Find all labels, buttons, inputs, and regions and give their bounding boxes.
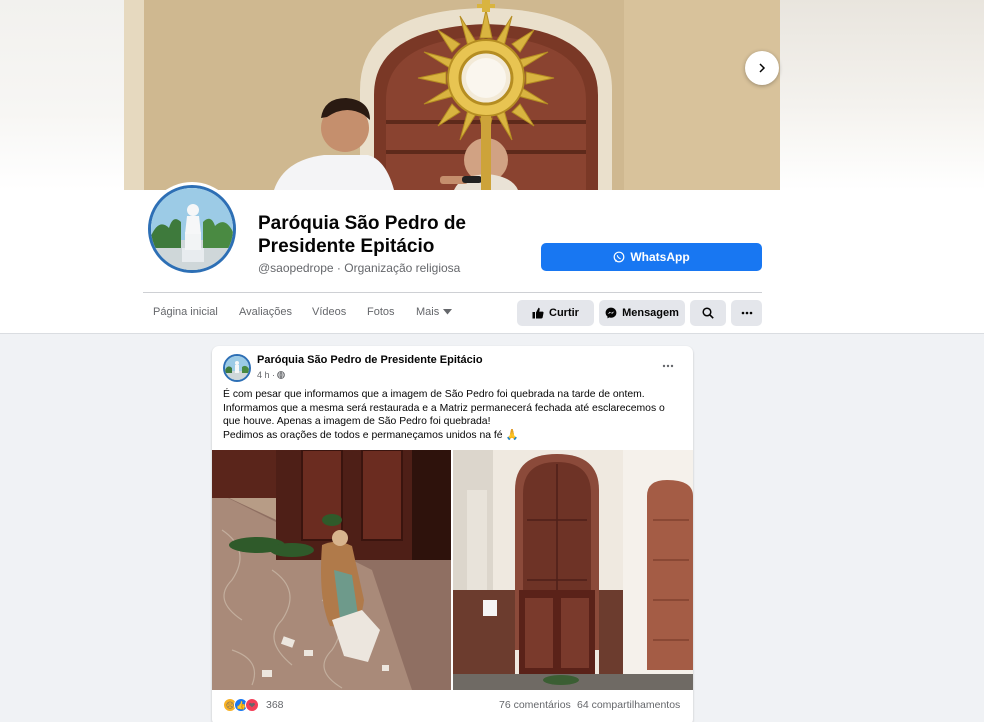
page-header: Paróquia São Pedro de Presidente Epitáci… (0, 0, 984, 334)
whatsapp-button-label: WhatsApp (630, 250, 690, 264)
post-text-line: Informamos que a mesma será restaurada e… (223, 402, 665, 414)
post-time-text: 4 h · (257, 370, 276, 380)
post-text: É com pesar que informamos que a imagem … (223, 388, 685, 442)
cover-photo[interactable] (124, 0, 780, 190)
comments-count[interactable]: 76 comentários (499, 699, 571, 711)
page-subtitle: @saopedrope · Organização religiosa (258, 261, 460, 275)
cover-photo-illustration (124, 0, 780, 190)
more-dots-icon (741, 311, 752, 315)
page-title: Paróquia São Pedro de Presidente Epitáci… (258, 213, 466, 257)
post-author-name[interactable]: Paróquia São Pedro de Presidente Epitáci… (257, 354, 483, 366)
cover-backdrop-right (780, 0, 984, 190)
cover-backdrop-left (0, 0, 124, 190)
post-text-line: É com pesar que informamos que a imagem … (223, 389, 645, 400)
page-handle: @saopedrope (258, 261, 334, 275)
tab-home[interactable]: Página inicial (153, 306, 218, 318)
whatsapp-icon (613, 251, 625, 263)
page-sub-separator: · (336, 261, 341, 275)
cover-next-button[interactable] (745, 51, 779, 85)
page-avatar[interactable] (145, 182, 239, 276)
reaction-icons: ☹ 👍 ❤ (223, 698, 259, 712)
message-button-label: Mensagem (622, 307, 679, 319)
message-button[interactable]: Mensagem (599, 300, 685, 326)
page-avatar-image (148, 185, 236, 273)
care-reaction-icon: ❤ (245, 698, 259, 712)
reaction-count: 368 (266, 699, 284, 711)
tab-reviews[interactable]: Avaliações (239, 306, 292, 318)
post-photo-church-door[interactable] (453, 450, 693, 690)
reaction-summary[interactable]: ☹ 👍 ❤ 368 (223, 698, 284, 712)
page-more-button[interactable] (731, 300, 762, 326)
tab-videos[interactable]: Vídeos (312, 306, 346, 318)
tab-reviews-label: Avaliações (239, 306, 292, 318)
shares-count[interactable]: 64 compartilhamentos (577, 699, 680, 711)
post-text-line: Pedimos as orações de todos e permaneçam… (223, 429, 519, 441)
search-button[interactable] (690, 300, 726, 326)
post-timestamp[interactable]: 4 h · (257, 370, 285, 380)
tab-photos-label: Fotos (367, 306, 395, 318)
like-page-button[interactable]: Curtir (517, 300, 594, 326)
post-photo-broken-statue[interactable] (212, 450, 451, 690)
tab-home-label: Página inicial (153, 306, 218, 318)
page-category: Organização religiosa (344, 261, 461, 275)
tab-videos-label: Vídeos (312, 306, 347, 318)
caret-down-icon (443, 309, 453, 315)
whatsapp-button[interactable]: WhatsApp (541, 243, 762, 271)
post-text-line: que houve. Apenas a imagem de São Pedro … (223, 416, 491, 427)
tab-more-label: Mais (416, 306, 440, 318)
search-icon (702, 307, 714, 319)
post-author-avatar[interactable] (223, 354, 251, 382)
chevron-right-icon (759, 63, 766, 73)
like-page-label: Curtir (549, 307, 579, 319)
thumbs-up-icon (532, 307, 544, 319)
globe-icon (277, 371, 285, 379)
nav-divider (143, 292, 762, 293)
tab-more[interactable]: Mais (416, 306, 453, 318)
messenger-icon (605, 307, 617, 319)
more-dots-icon (662, 364, 674, 368)
tab-photos[interactable]: Fotos (367, 306, 395, 318)
post-card: Paróquia São Pedro de Presidente Epitáci… (212, 346, 693, 722)
post-options-button[interactable] (658, 358, 678, 374)
